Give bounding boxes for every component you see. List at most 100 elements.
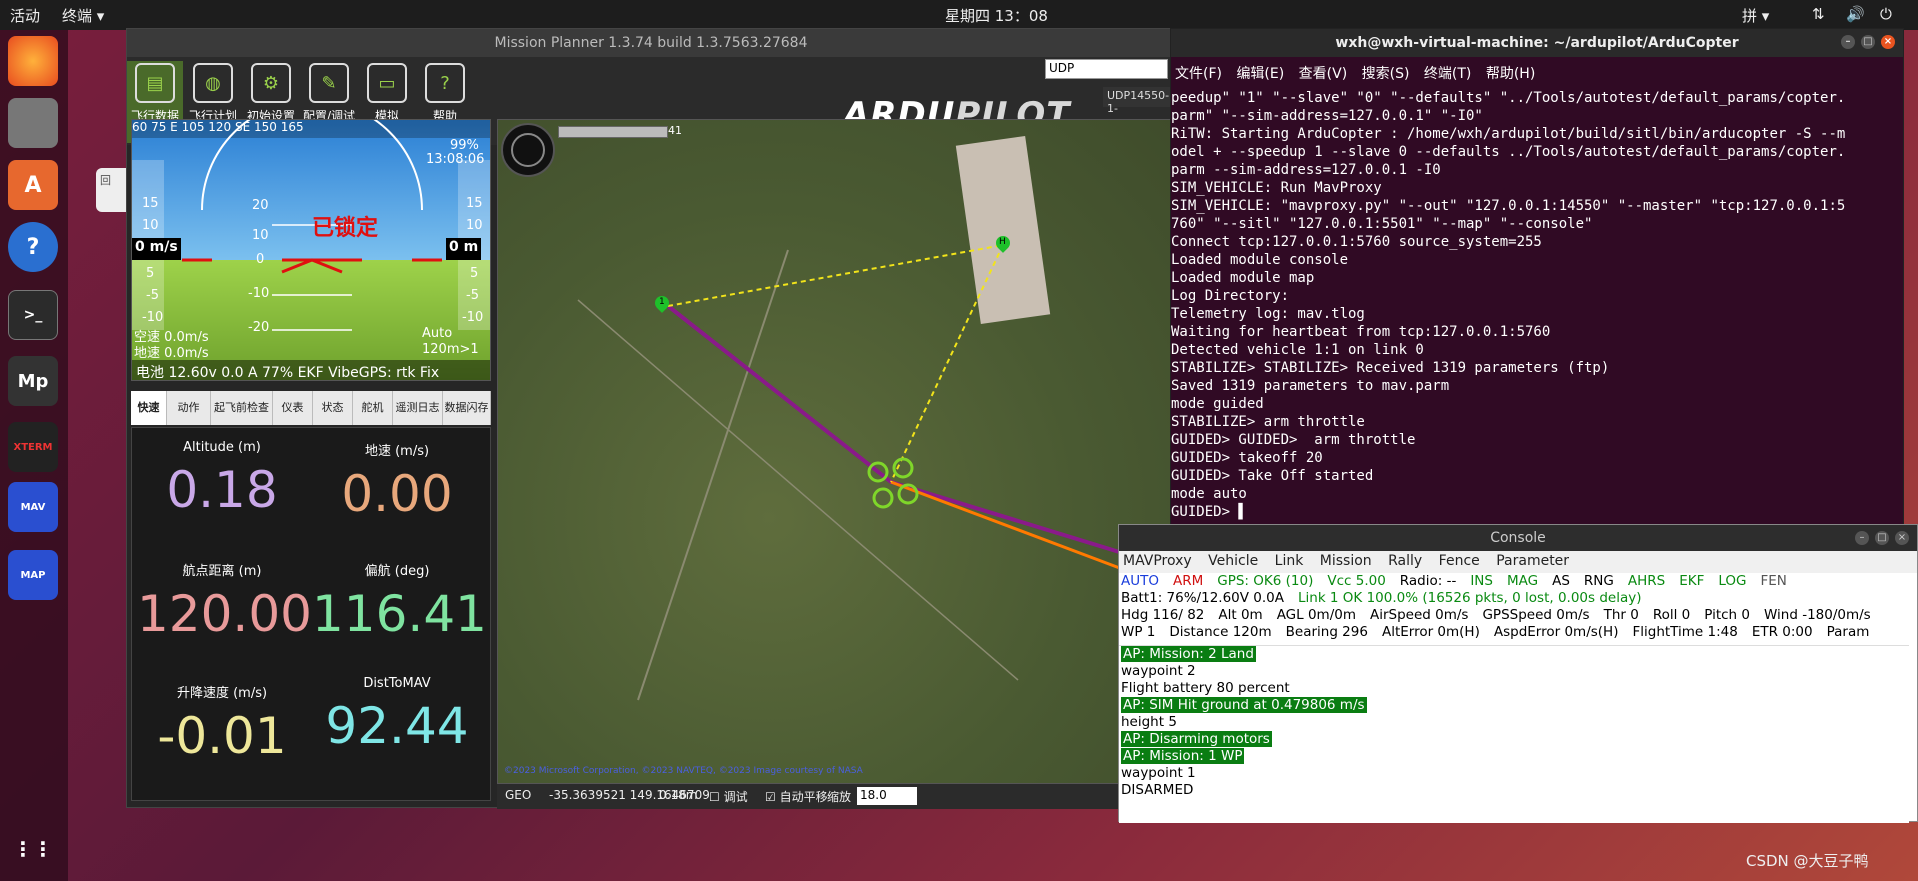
mp-title: Mission Planner 1.3.74 build 1.3.7563.27… (127, 29, 1175, 57)
terminal-menu-terminal[interactable]: 终端(T) (1424, 66, 1471, 82)
tab-gauges[interactable]: 仪表 (273, 391, 313, 425)
console-menu-mavproxy[interactable]: MAVProxy (1123, 553, 1192, 569)
terminal-line: GUIDED> takeoff 20 (1171, 450, 1323, 466)
quick-cell[interactable]: 升降速度 (m/s) -0.01 (137, 682, 307, 765)
tab-preflight[interactable]: 起飞前检查 (211, 391, 273, 425)
console-menu-fence[interactable]: Fence (1439, 553, 1480, 569)
console-menu-link[interactable]: Link (1275, 553, 1304, 569)
console-messages[interactable]: AP: Mission: 2 Land waypoint 2 Flight batt… (1119, 645, 1909, 823)
software-center-icon[interactable]: A (8, 160, 58, 210)
console-menu-parameter[interactable]: Parameter (1496, 553, 1569, 569)
maximize-icon[interactable]: □ (1875, 531, 1889, 545)
speed-readout: 0 m/s (132, 238, 181, 260)
quick-cell[interactable]: DistToMAV 92.44 (312, 676, 482, 755)
tab-servo[interactable]: 舵机 (353, 391, 393, 425)
terminal-window: wxh@wxh-virtual-machine: ~/ardupilot/Ard… (1170, 28, 1904, 528)
terminal-menu-edit[interactable]: 编辑(E) (1236, 66, 1284, 82)
console-status-field: AS (1552, 573, 1570, 589)
help-monitor-icon: ? (425, 63, 465, 103)
clock[interactable]: 星期四 13：08 (945, 5, 1048, 26)
terminal-line: RiTW: Starting ArduCopter : /home/wxh/ar… (1171, 126, 1846, 142)
mav-map-icon[interactable]: MAP (8, 550, 58, 600)
terminal-line: Waiting for heartbeat from tcp:127.0.0.1… (1171, 324, 1551, 340)
quick-value: 0.18 (166, 461, 278, 519)
waypoint-marker-label: 1 (659, 297, 665, 307)
quick-value: 92.44 (325, 697, 469, 755)
console-message: Flight battery 80 percent (1121, 680, 1290, 696)
close-icon[interactable]: × (1895, 531, 1909, 545)
console-status-field: Vcc 5.00 (1327, 573, 1386, 589)
terminal-line: Saved 1319 parameters to mav.parm (1171, 378, 1450, 394)
console-status-field: Hdg 116/ 82 (1121, 607, 1205, 623)
quick-cell[interactable]: 偏航 (deg) 116.41 (312, 560, 487, 643)
flight-mode: Auto (422, 326, 453, 341)
terminal-line: Loaded module console (1171, 252, 1349, 268)
auto-pan-label: 自动平移 (779, 790, 828, 804)
console-status-field: AGL 0m/0m (1276, 607, 1356, 623)
tab-status[interactable]: 状态 (313, 391, 353, 425)
mission-planner-icon[interactable]: Mp (8, 356, 58, 406)
terminal-line: Detected vehicle 1:1 on link 0 (1171, 342, 1424, 358)
volume-icon[interactable]: 🔊 (1846, 5, 1865, 23)
minimize-icon[interactable]: – (1855, 531, 1869, 545)
terminal-menu-view[interactable]: 查看(V) (1299, 66, 1348, 82)
xterm-icon[interactable]: XTERM (8, 422, 58, 472)
auto-pan-checkbox[interactable]: ☑ 自动平移 (765, 788, 828, 805)
minimize-icon[interactable]: – (1841, 35, 1855, 49)
debug-checkbox[interactable]: ☐ 调试 (709, 788, 748, 805)
terminal-line: GUIDED> ▌ (1171, 504, 1247, 520)
waypoint-distance: 120m>1 (422, 342, 479, 357)
console-status-field: GPS: OK6 (10) (1217, 573, 1314, 589)
terminal-line: SIM_VEHICLE: Run MavProxy (1171, 180, 1382, 196)
terminal-menu-help[interactable]: 帮助(H) (1486, 66, 1535, 82)
coord-system-select[interactable]: GEO (505, 788, 531, 802)
quick-label: 偏航 (deg) (364, 564, 430, 579)
input-method[interactable]: 拼 ▾ (1742, 5, 1769, 26)
quick-cell[interactable]: 地速 (m/s) 0.00 (312, 440, 482, 523)
tab-dataflash[interactable]: 数据闪存 (443, 391, 491, 425)
alt-tick: -5 (466, 288, 479, 303)
console-menu-mission[interactable]: Mission (1320, 553, 1372, 569)
files-icon[interactable] (8, 98, 58, 148)
terminal-menu-search[interactable]: 搜索(S) (1362, 66, 1410, 82)
console-menu-vehicle[interactable]: Vehicle (1208, 553, 1258, 569)
terminal-icon[interactable]: >_ (8, 290, 58, 340)
terminal-output[interactable]: peedup" "1" "--slave" "0" "--defaults" "… (1171, 87, 1903, 521)
activities-button[interactable]: 活动 (10, 5, 40, 26)
pitch-label: 10 (252, 228, 269, 243)
network-icon[interactable]: ⇅ (1812, 5, 1825, 23)
tab-actions[interactable]: 动作 (167, 391, 211, 425)
console-menu-rally[interactable]: Rally (1388, 553, 1422, 569)
quick-cell[interactable]: Altitude (m) 0.18 (137, 440, 307, 519)
help-icon[interactable]: ? (8, 222, 58, 272)
top-bar: 活动 终端 ▾ 星期四 13：08 拼 ▾ ⇅ 🔊 ⏻ (0, 0, 1918, 30)
app-menu-terminal[interactable]: 终端 ▾ (62, 5, 104, 26)
hud-status-bar: 电池 12.60v 0.0 A 77% EKF VibeGPS: rtk Fix (132, 360, 490, 380)
terminal-menu-file[interactable]: 文件(F) (1175, 66, 1222, 82)
zoom-input[interactable]: 18.0 (857, 787, 917, 805)
terminal-line: Connect tcp:127.0.0.1:5760 source_system… (1171, 234, 1542, 250)
console-status-field: Pitch 0 (1704, 607, 1750, 623)
map-copyright: ©2023 Microsoft Corporation, ©2023 NAVTE… (504, 766, 863, 776)
satellite-map[interactable]: 41 1 H ©2023 Microsoft Corporation, ©202… (497, 119, 1177, 784)
close-icon[interactable]: × (1881, 35, 1895, 49)
console-title: Console – □ × (1119, 525, 1917, 551)
tab-telemetry-logs[interactable]: 遥测日志 (393, 391, 443, 425)
firefox-icon[interactable] (8, 36, 58, 86)
console-status-row: Hdg 116/ 82 Alt 0m AGL 0m/0m AirSpeed 0m/s G… (1119, 607, 1917, 624)
connection-port[interactable]: UDP14550-1- (1103, 87, 1173, 115)
mav-console-icon[interactable]: MAV (8, 482, 58, 532)
quick-label: 升降速度 (m/s) (176, 686, 268, 701)
tab-quick[interactable]: 快速 (131, 391, 167, 425)
console-message: waypoint 1 (1121, 765, 1196, 781)
maximize-icon[interactable]: □ (1861, 35, 1875, 49)
quick-cell[interactable]: 航点距离 (m) 120.00 (137, 560, 312, 643)
power-icon[interactable]: ⏻ (1880, 5, 1892, 23)
pitch-label: -20 (248, 320, 270, 335)
monitor-icon: ▭ (367, 63, 407, 103)
home-marker-label: H (999, 237, 1006, 247)
terminal-title: wxh@wxh-virtual-machine: ~/ardupilot/Ard… (1171, 29, 1903, 57)
show-apps-icon[interactable]: ⋮⋮ (8, 824, 58, 874)
pitch-label: 0 (256, 252, 265, 267)
connection-type-select[interactable]: UDP (1045, 59, 1168, 79)
